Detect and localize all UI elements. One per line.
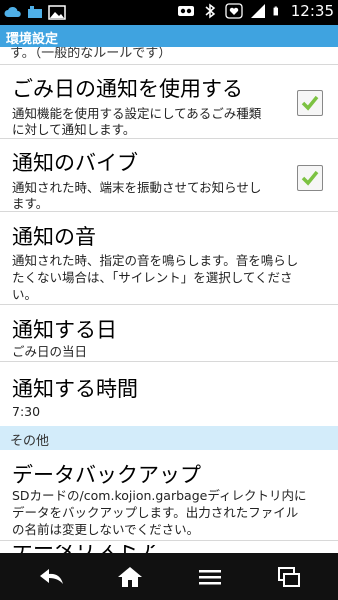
- pref-summary-line: の名前は変更しないでください。: [12, 522, 200, 537]
- image-icon: [48, 5, 66, 20]
- page-title: 環境設定: [6, 32, 59, 47]
- settings-list[interactable]: す。（一般的なルールです） ごみ日の通知を使用する 通知機能を使用する設定にして…: [0, 47, 338, 553]
- vibrate-checkbox[interactable]: [297, 165, 323, 191]
- pref-title: 通知の音: [12, 225, 96, 249]
- pref-title: データバックアップ: [12, 463, 201, 487]
- pref-summary-line: 7:30: [12, 404, 41, 419]
- navigation-bar: [0, 553, 338, 600]
- signal-icon: [250, 4, 265, 18]
- pref-notify-time[interactable]: 通知する時間 7:30: [0, 362, 338, 426]
- heart-icon: [225, 3, 243, 19]
- pref-notify-day[interactable]: 通知する日 ごみ日の当日: [0, 305, 338, 361]
- pref-title: 通知のバイブ: [12, 151, 138, 175]
- pref-summary-line: 通知された時、端末を振動させてお知らせし: [12, 180, 262, 195]
- back-icon[interactable]: [38, 566, 66, 588]
- cloud-icon: [4, 6, 21, 18]
- menu-icon[interactable]: [196, 566, 224, 588]
- pref-summary-line: データをバックアップします。出力されたファイル: [12, 505, 299, 520]
- pref-summary-line: 通知された時、指定の音を鳴らします。音を鳴らし: [12, 253, 299, 268]
- pref-title: 通知する時間: [12, 377, 138, 401]
- battery-icon: [273, 6, 278, 16]
- pref-summary-line: SDカードの/com.kojion.garbageディレクトリ内に: [12, 488, 307, 503]
- bluetooth-icon: [205, 3, 215, 19]
- clock: 12:35: [290, 2, 334, 20]
- section-header-label: その他: [10, 434, 50, 449]
- cut-off-summary: す。（一般的なルールです）: [10, 47, 172, 61]
- phone-icon: [28, 6, 42, 18]
- pref-title: ごみ日の通知を使用する: [12, 77, 243, 101]
- pref-summary-line: たくない場合は、「サイレント」を選択してくださ: [12, 270, 293, 285]
- use-notification-checkbox[interactable]: [297, 90, 323, 116]
- section-header-other: その他: [0, 426, 338, 450]
- divider: [0, 540, 338, 541]
- pref-use-notification[interactable]: ごみ日の通知を使用する 通知機能を使用する設定にしてあるごみ種類 に対して通知し…: [0, 65, 338, 138]
- checkmark-icon: [301, 170, 319, 186]
- checkmark-icon: [301, 95, 319, 111]
- pref-summary-line: に対して通知します。: [12, 122, 136, 137]
- pref-title: データリストア: [12, 545, 159, 553]
- title-bar: 環境設定: [0, 25, 338, 47]
- pref-title: 通知する日: [12, 318, 117, 342]
- status-bar: 12:35: [0, 0, 338, 25]
- pref-summary-line: い。: [12, 287, 38, 302]
- pref-data-backup[interactable]: データバックアップ SDカードの/com.kojion.garbageディレクト…: [0, 450, 338, 540]
- pref-vibrate[interactable]: 通知のバイブ 通知された時、端末を振動させてお知らせし ます。: [0, 139, 338, 211]
- pref-sound[interactable]: 通知の音 通知された時、指定の音を鳴らします。音を鳴らし たくない場合は、「サイ…: [0, 212, 338, 304]
- recent-apps-icon[interactable]: [275, 566, 303, 588]
- pref-data-restore[interactable]: データリストア: [10, 545, 210, 553]
- pref-summary-line: ごみ日の当日: [12, 344, 88, 359]
- home-icon[interactable]: [116, 566, 144, 588]
- voicemail-icon: [177, 6, 194, 16]
